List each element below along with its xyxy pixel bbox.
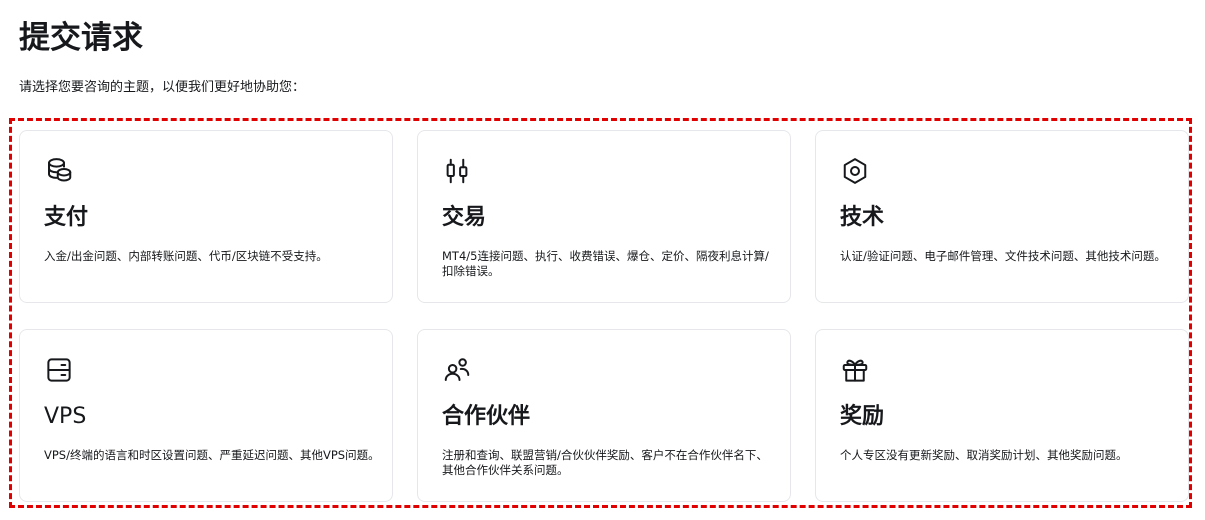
topic-card-rewards[interactable]: 奖励 个人专区没有更新奖励、取消奖励计划、其他奖励问题。 — [815, 329, 1189, 502]
topic-card-payment[interactable]: 支付 入金/出金问题、内部转账问题、代币/区块链不受支持。 — [19, 130, 393, 303]
submit-request-page: 提交请求 请选择您要咨询的主题，以便我们更好地协助您： 支付 入金/出金问题、内… — [0, 0, 1205, 520]
topic-card-vps[interactable]: VPS VPS/终端的语言和时区设置问题、严重延迟问题、其他VPS问题。 — [19, 329, 393, 502]
topic-description: VPS/终端的语言和时区设置问题、严重延迟问题、其他VPS问题。 — [44, 448, 380, 462]
topic-description: MT4/5连接问题、执行、收费错误、爆仓、定价、隔夜利息计算/扣除错误。 — [442, 249, 769, 278]
topic-card-technical[interactable]: 技术 认证/验证问题、电子邮件管理、文件技术问题、其他技术问题。 — [815, 130, 1189, 303]
topic-description: 认证/验证问题、电子邮件管理、文件技术问题、其他技术问题。 — [840, 249, 1166, 263]
page-title: 提交请求 — [19, 20, 143, 56]
topic-description: 个人专区没有更新奖励、取消奖励计划、其他奖励问题。 — [840, 448, 1128, 462]
topic-description: 注册和查询、联盟营销/合伙伙伴奖励、客户不在合作伙伴名下、其他合作伙伴关系问题。 — [442, 448, 768, 477]
candlestick-icon — [442, 156, 472, 186]
topic-card-trading[interactable]: 交易 MT4/5连接问题、执行、收费错误、爆仓、定价、隔夜利息计算/扣除错误。 — [417, 130, 791, 303]
hexagon-nut-icon — [840, 156, 870, 186]
users-icon — [442, 355, 472, 385]
topic-title: 支付 — [44, 205, 89, 230]
topic-grid: 支付 入金/出金问题、内部转账问题、代币/区块链不受支持。 交易 MT4/5连接… — [19, 130, 1189, 502]
coins-icon — [44, 156, 74, 186]
topic-description: 入金/出金问题、内部转账问题、代币/区块链不受支持。 — [44, 249, 328, 263]
topic-title: 奖励 — [840, 404, 885, 429]
topic-title: 合作伙伴 — [442, 404, 531, 429]
gift-icon — [840, 355, 870, 385]
topic-title: VPS — [44, 404, 87, 429]
server-icon — [44, 355, 74, 385]
topic-title: 技术 — [840, 205, 885, 230]
topic-card-partner[interactable]: 合作伙伴 注册和查询、联盟营销/合伙伙伴奖励、客户不在合作伙伴名下、其他合作伙伴… — [417, 329, 791, 502]
topic-title: 交易 — [442, 205, 487, 230]
intro-text: 请选择您要咨询的主题，以便我们更好地协助您： — [19, 80, 306, 95]
